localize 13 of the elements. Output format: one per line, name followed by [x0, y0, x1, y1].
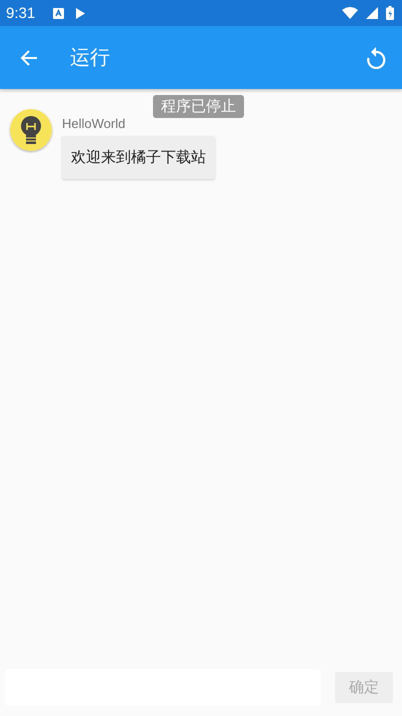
battery-icon: [386, 6, 394, 20]
notification-icon: [53, 8, 64, 18]
wifi-icon: [342, 7, 358, 19]
avatar-icon: [10, 109, 52, 151]
message-bubble: 欢迎来到橘子下载站: [62, 136, 215, 179]
signal-icon: [366, 7, 378, 19]
back-arrow-icon: [20, 48, 38, 66]
play-icon: [76, 8, 86, 18]
toast: 程序已停止: [153, 95, 244, 118]
toolbar-title: 运行: [70, 44, 110, 71]
status-time: 9:31: [6, 4, 36, 22]
refresh-icon: [366, 46, 386, 68]
sender-name: HelloWorld: [62, 116, 126, 131]
